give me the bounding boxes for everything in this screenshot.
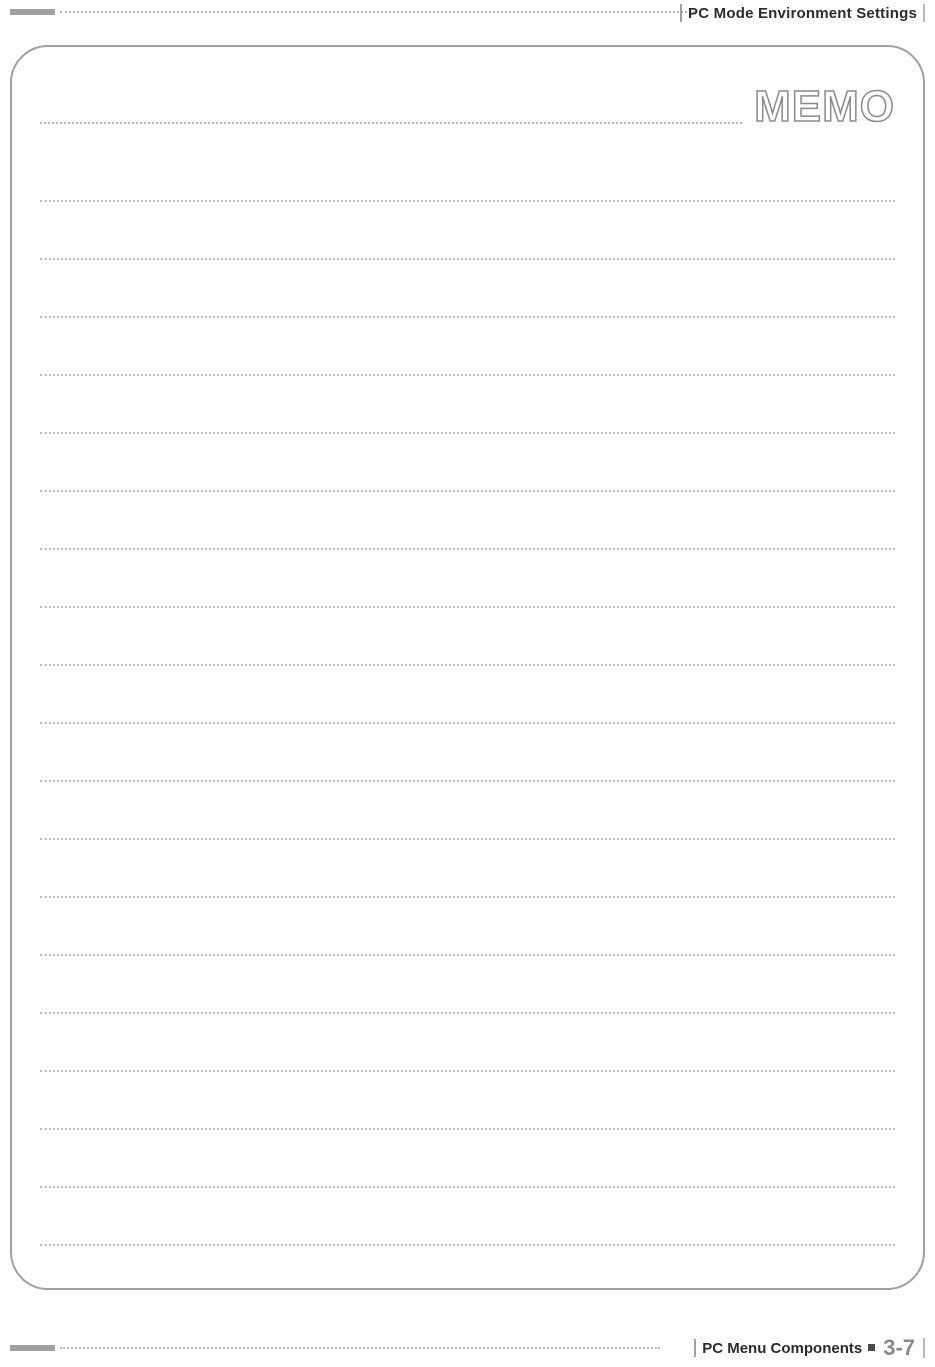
- header-accent-bar: [10, 9, 55, 15]
- memo-writing-line: [40, 666, 895, 724]
- memo-writing-line: [40, 550, 895, 608]
- footer-page-number: 3-7: [883, 1335, 915, 1361]
- memo-writing-line: [40, 782, 895, 840]
- memo-writing-line: [40, 492, 895, 550]
- memo-title-row: MEMO: [40, 89, 895, 129]
- footer-accent-bar: [10, 1345, 55, 1351]
- footer-section-name: PC Menu Components: [702, 1340, 862, 1357]
- memo-panel: MEMO: [10, 45, 925, 1290]
- memo-writing-line: [40, 898, 895, 956]
- memo-writing-line: [40, 840, 895, 898]
- memo-writing-line: [40, 202, 895, 260]
- memo-writing-line: [40, 144, 895, 202]
- footer-title-wrap: PC Menu Components 3-7: [694, 1337, 925, 1359]
- memo-writing-line: [40, 434, 895, 492]
- page-footer: PC Menu Components 3-7: [0, 1335, 935, 1359]
- memo-writing-line: [40, 1072, 895, 1130]
- memo-lines-container: [40, 144, 895, 1246]
- memo-writing-line: [40, 1130, 895, 1188]
- memo-title-dotted-rule: [40, 122, 742, 124]
- footer-divider-left: [694, 1339, 696, 1357]
- memo-title: MEMO: [754, 82, 895, 132]
- memo-writing-line: [40, 724, 895, 782]
- memo-writing-line: [40, 608, 895, 666]
- memo-writing-line: [40, 1014, 895, 1072]
- header-section-title: PC Mode Environment Settings: [688, 5, 917, 22]
- header-title-wrap: PC Mode Environment Settings: [680, 3, 925, 23]
- memo-writing-line: [40, 376, 895, 434]
- header-divider-right: [923, 4, 925, 22]
- header-dotted-rule: [60, 11, 695, 13]
- memo-writing-line: [40, 1188, 895, 1246]
- footer-dotted-rule: [60, 1347, 660, 1349]
- memo-writing-line: [40, 956, 895, 1014]
- memo-writing-line: [40, 260, 895, 318]
- footer-separator-icon: [868, 1344, 875, 1351]
- header-divider-left: [680, 4, 682, 22]
- page-header: PC Mode Environment Settings: [0, 3, 935, 23]
- memo-writing-line: [40, 318, 895, 376]
- footer-divider-right: [923, 1338, 925, 1358]
